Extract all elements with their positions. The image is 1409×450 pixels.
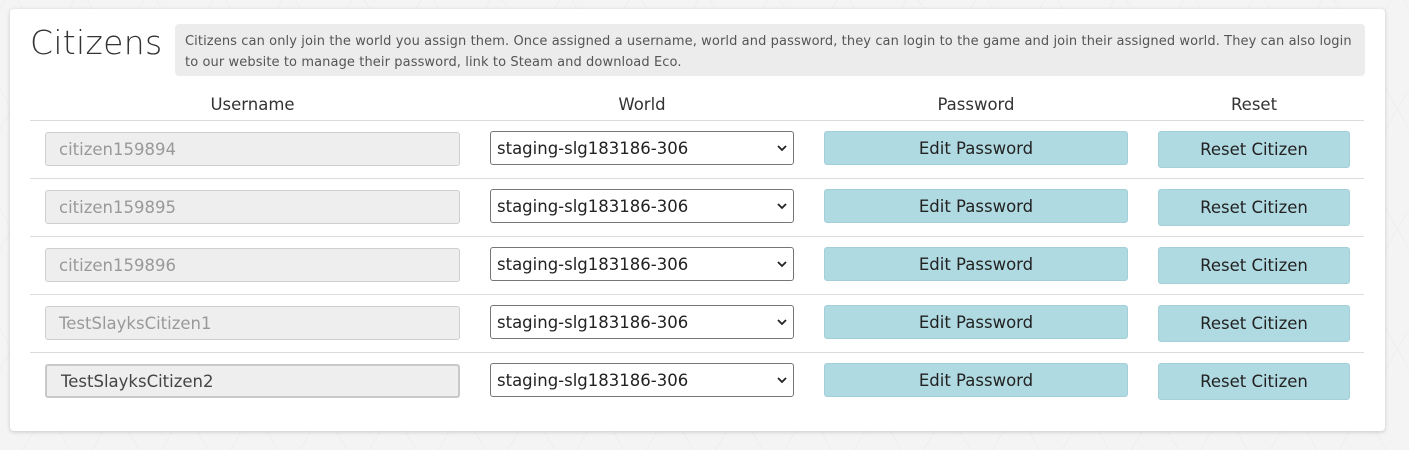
world-select-value: staging-slg183186-306	[497, 196, 689, 216]
world-select[interactable]: staging-slg183186-306	[490, 247, 794, 281]
world-select-value: staging-slg183186-306	[497, 370, 689, 390]
chevron-down-icon	[777, 377, 787, 384]
world-select[interactable]: staging-slg183186-306	[490, 131, 794, 165]
world-select-value: staging-slg183186-306	[497, 312, 689, 332]
reset-citizen-button[interactable]: Reset Citizen	[1158, 189, 1350, 226]
citizens-card: Citizens Citizens can only join the worl…	[10, 9, 1385, 431]
edit-password-button[interactable]: Edit Password	[824, 305, 1128, 339]
chevron-down-icon	[777, 203, 787, 210]
username-field[interactable]: citizen159896	[45, 248, 460, 282]
world-select[interactable]: staging-slg183186-306	[490, 189, 794, 223]
chevron-down-icon	[777, 319, 787, 326]
header-username: Username	[210, 95, 295, 114]
info-banner: Citizens can only join the world you ass…	[175, 24, 1365, 76]
table-row: TestSlayksCitizen1 staging-slg183186-306…	[30, 295, 1364, 353]
edit-password-button[interactable]: Edit Password	[824, 189, 1128, 223]
page-title: Citizens	[30, 23, 163, 62]
username-field[interactable]: citizen159895	[45, 190, 460, 224]
header-password: Password	[937, 95, 1015, 114]
header-reset: Reset	[1230, 95, 1278, 114]
header-world: World	[618, 95, 666, 114]
username-field[interactable]: TestSlayksCitizen1	[45, 306, 460, 340]
world-select-value: staging-slg183186-306	[497, 138, 689, 158]
reset-citizen-button[interactable]: Reset Citizen	[1158, 131, 1350, 168]
table-header: Username World Password Reset	[30, 95, 1364, 121]
edit-password-button[interactable]: Edit Password	[824, 247, 1128, 281]
username-field[interactable]: citizen159894	[45, 132, 460, 166]
reset-citizen-button[interactable]: Reset Citizen	[1158, 363, 1350, 400]
username-field[interactable]: TestSlayksCitizen2	[45, 364, 460, 398]
world-select[interactable]: staging-slg183186-306	[490, 305, 794, 339]
chevron-down-icon	[777, 145, 787, 152]
edit-password-button[interactable]: Edit Password	[824, 131, 1128, 165]
table-row: citizen159896 staging-slg183186-306 Edit…	[30, 237, 1364, 295]
table-row: citizen159895 staging-slg183186-306 Edit…	[30, 179, 1364, 237]
chevron-down-icon	[777, 261, 787, 268]
world-select[interactable]: staging-slg183186-306	[490, 363, 794, 397]
table-row: TestSlayksCitizen2 staging-slg183186-306…	[30, 353, 1364, 411]
reset-citizen-button[interactable]: Reset Citizen	[1158, 247, 1350, 284]
edit-password-button[interactable]: Edit Password	[824, 363, 1128, 397]
world-select-value: staging-slg183186-306	[497, 254, 689, 274]
reset-citizen-button[interactable]: Reset Citizen	[1158, 305, 1350, 342]
table-row: citizen159894 staging-slg183186-306 Edit…	[30, 121, 1364, 179]
